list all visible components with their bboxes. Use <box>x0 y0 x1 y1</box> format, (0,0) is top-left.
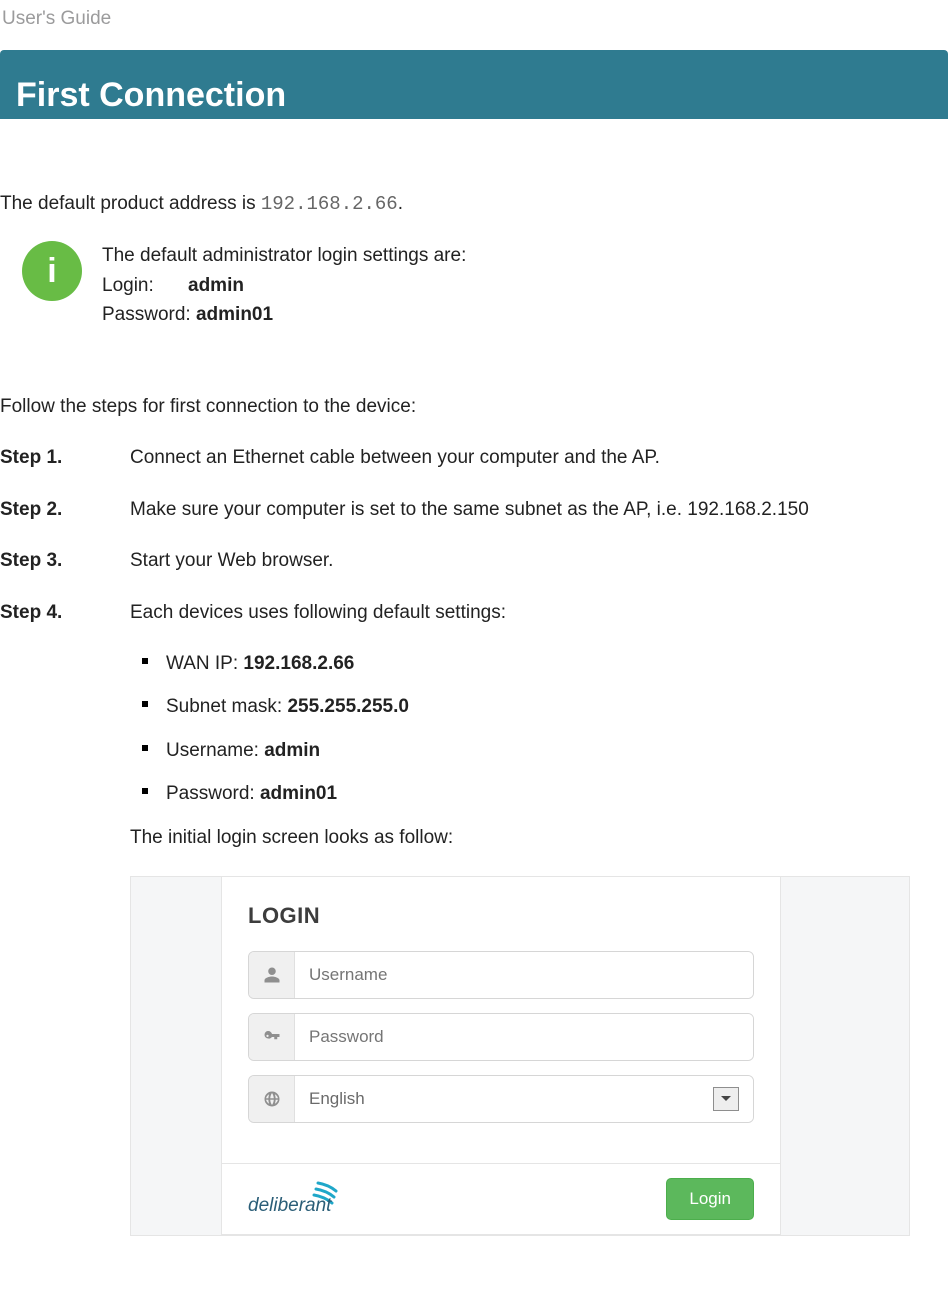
password-input[interactable] <box>295 1014 753 1060</box>
username-field-wrap <box>248 951 754 999</box>
password-label: Password: <box>166 783 260 804</box>
info-line1: The default administrator login settings… <box>102 241 466 270</box>
step-body: Each devices uses following default sett… <box>130 598 948 627</box>
login-button[interactable]: Login <box>666 1178 754 1220</box>
username-label: Username: <box>166 740 264 761</box>
login-screenshot: LOGIN <box>130 876 910 1236</box>
wan-ip-label: WAN IP: <box>166 653 243 674</box>
step-body: Make sure your computer is set to the sa… <box>130 495 948 524</box>
step-label: Step 4. <box>0 598 130 627</box>
language-value: English <box>309 1086 365 1112</box>
list-item: Subnet mask: 255.255.255.0 <box>142 692 948 721</box>
chevron-down-icon <box>713 1087 739 1111</box>
info-password-label: Password: <box>102 304 191 325</box>
breadcrumb: User's Guide <box>0 0 948 50</box>
subnet-value: 255.255.255.0 <box>287 696 409 717</box>
step-label: Step 1. <box>0 443 130 472</box>
default-address-line: The default product address is 192.168.2… <box>0 189 948 219</box>
user-icon <box>249 952 295 998</box>
language-field-wrap: English <box>248 1075 754 1123</box>
info-icon: i <box>22 241 82 301</box>
info-callout: i The default administrator login settin… <box>0 241 948 329</box>
info-login-label: Login: <box>102 271 188 300</box>
section-banner: First Connection <box>0 50 948 119</box>
follow-steps-line: Follow the steps for first connection to… <box>0 392 948 421</box>
key-icon <box>249 1014 295 1060</box>
info-password-value: admin01 <box>196 304 273 325</box>
step-row: Step 2. Make sure your computer is set t… <box>0 495 948 524</box>
list-item: WAN IP: 192.168.2.66 <box>142 649 948 678</box>
username-input[interactable] <box>295 952 753 998</box>
globe-icon <box>249 1076 295 1122</box>
password-value: admin01 <box>260 783 337 804</box>
wan-ip-value: 192.168.2.66 <box>243 653 354 674</box>
info-login-value: admin <box>188 275 244 296</box>
step-body: Connect an Ethernet cable between your c… <box>130 443 948 472</box>
login-title: LOGIN <box>222 877 780 951</box>
login-footer: deliberant Login <box>222 1163 780 1234</box>
default-address-prefix: The default product address is <box>0 193 261 214</box>
login-card: LOGIN <box>221 877 781 1235</box>
info-text: The default administrator login settings… <box>102 241 466 329</box>
list-item: Username: admin <box>142 736 948 765</box>
list-item: Password: admin01 <box>142 779 948 808</box>
username-value: admin <box>264 740 320 761</box>
step-row: Step 1. Connect an Ethernet cable betwee… <box>0 443 948 472</box>
brand-logo: deliberant <box>248 1181 368 1217</box>
default-address-ip: 192.168.2.66 <box>261 193 398 215</box>
subnet-label: Subnet mask: <box>166 696 287 717</box>
login-intro-line: The initial login screen looks as follow… <box>0 823 948 852</box>
step-label: Step 3. <box>0 546 130 575</box>
step-row: Step 4. Each devices uses following defa… <box>0 598 948 627</box>
language-select[interactable]: English <box>295 1076 753 1122</box>
default-settings-list: WAN IP: 192.168.2.66 Subnet mask: 255.25… <box>0 649 948 809</box>
password-field-wrap <box>248 1013 754 1061</box>
step-body: Start your Web browser. <box>130 546 948 575</box>
step-row: Step 3. Start your Web browser. <box>0 546 948 575</box>
default-address-suffix: . <box>398 193 403 214</box>
brand-text: deliberant <box>248 1195 332 1216</box>
step-label: Step 2. <box>0 495 130 524</box>
